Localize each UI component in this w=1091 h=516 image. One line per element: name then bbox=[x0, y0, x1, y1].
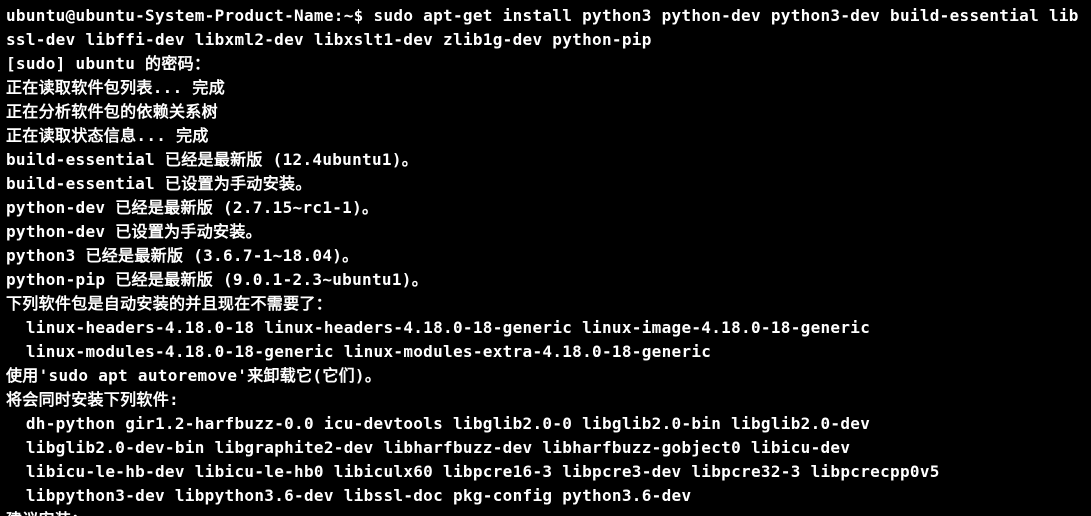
build-essential-manual: build-essential 已设置为手动安装。 bbox=[6, 172, 1085, 196]
terminal-output[interactable]: ubuntu@ubuntu-System-Product-Name:~$ sud… bbox=[0, 0, 1091, 516]
prompt-line: ubuntu@ubuntu-System-Product-Name:~$ sud… bbox=[6, 4, 1085, 52]
building-dependency-tree: 正在分析软件包的依赖关系树 bbox=[6, 100, 1085, 124]
install-pkg-4: libpython3-dev libpython3.6-dev libssl-d… bbox=[6, 484, 1085, 508]
auto-installed-pkg-2: linux-modules-4.18.0-18-generic linux-mo… bbox=[6, 340, 1085, 364]
shell-prompt: ubuntu@ubuntu-System-Product-Name:~$ bbox=[6, 6, 374, 25]
install-pkg-1: dh-python gir1.2-harfbuzz-0.0 icu-devtoo… bbox=[6, 412, 1085, 436]
auto-installed-pkg-1: linux-headers-4.18.0-18 linux-headers-4.… bbox=[6, 316, 1085, 340]
suggested-install-header: 建议安装： bbox=[6, 508, 1085, 516]
python-pip-newest: python-pip 已经是最新版 (9.0.1-2.3~ubuntu1)。 bbox=[6, 268, 1085, 292]
reading-package-lists: 正在读取软件包列表... 完成 bbox=[6, 76, 1085, 100]
auto-installed-header: 下列软件包是自动安装的并且现在不需要了： bbox=[6, 292, 1085, 316]
install-pkg-2: libglib2.0-dev-bin libgraphite2-dev libh… bbox=[6, 436, 1085, 460]
package-list-row: dh-python gir1.2-harfbuzz-0.0 icu-devtoo… bbox=[26, 414, 870, 433]
package-list-row: libpython3-dev libpython3.6-dev libssl-d… bbox=[26, 486, 692, 505]
will-install-header: 将会同时安装下列软件: bbox=[6, 388, 1085, 412]
python3-newest: python3 已经是最新版 (3.6.7-1~18.04)。 bbox=[6, 244, 1085, 268]
python-dev-manual: python-dev 已设置为手动安装。 bbox=[6, 220, 1085, 244]
package-list-row: libglib2.0-dev-bin libgraphite2-dev libh… bbox=[26, 438, 850, 457]
install-pkg-3: libicu-le-hb-dev libicu-le-hb0 libiculx6… bbox=[6, 460, 1085, 484]
sudo-password-line: [sudo] ubuntu 的密码： bbox=[6, 52, 1085, 76]
reading-state-info: 正在读取状态信息... 完成 bbox=[6, 124, 1085, 148]
package-list-row: libicu-le-hb-dev libicu-le-hb0 libiculx6… bbox=[26, 462, 940, 481]
autoremove-hint: 使用'sudo apt autoremove'来卸载它(它们)。 bbox=[6, 364, 1085, 388]
build-essential-newest: build-essential 已经是最新版 (12.4ubuntu1)。 bbox=[6, 148, 1085, 172]
package-list-row: linux-modules-4.18.0-18-generic linux-mo… bbox=[26, 342, 711, 361]
python-dev-newest: python-dev 已经是最新版 (2.7.15~rc1-1)。 bbox=[6, 196, 1085, 220]
package-list-row: linux-headers-4.18.0-18 linux-headers-4.… bbox=[26, 318, 870, 337]
